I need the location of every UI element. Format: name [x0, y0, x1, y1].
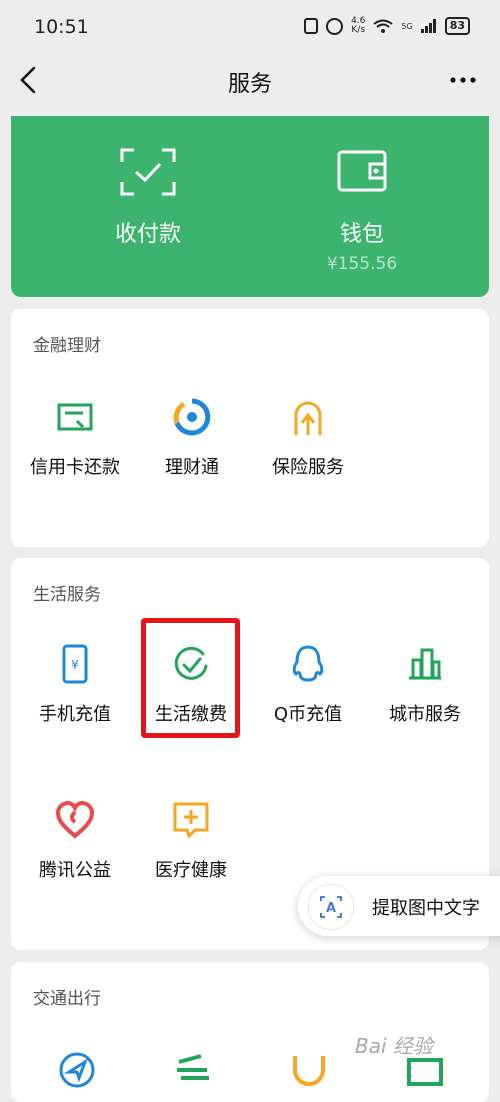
phone-recharge-item[interactable]: ¥ 手机充值 [15, 642, 135, 726]
nfc-icon [304, 18, 319, 34]
wallet-label: 钱包 [339, 222, 384, 247]
battery-indicator: 83 [444, 17, 470, 35]
status-icons: 4.6 K/s 5G 83 [304, 17, 470, 35]
credit-card-repay-item[interactable]: 信用卡还款 [15, 395, 135, 479]
tencent-charity-item[interactable]: 腾讯公益 [15, 798, 135, 882]
city-services-item[interactable]: 城市服务 [365, 642, 485, 726]
scan-pay-icon [120, 148, 176, 196]
wallet-card: 收付款 钱包 ¥155.56 [11, 116, 489, 297]
finance-section: 金融理财 信用卡还款 理财通 保险服务 [11, 309, 489, 547]
credit-card-icon [57, 403, 93, 431]
signal-icon [420, 19, 436, 33]
heart-icon [55, 800, 95, 839]
highlight-box [141, 618, 240, 738]
medical-icon [173, 802, 209, 839]
signal-label: 5G [401, 21, 413, 31]
finance-section-title: 金融理财 [33, 336, 101, 356]
medical-health-item[interactable]: 医疗健康 [131, 798, 251, 882]
didi-icon[interactable] [287, 1050, 331, 1088]
extract-text-button[interactable]: A 提取图中文字 [298, 876, 500, 936]
more-icon[interactable] [448, 68, 478, 92]
wallet-balance: ¥155.56 [326, 254, 398, 274]
city-icon [409, 648, 441, 680]
tencent-charity-label: 腾讯公益 [39, 860, 111, 881]
city-services-label: 城市服务 [389, 704, 461, 725]
q-coin-recharge-label: Q币充值 [273, 704, 343, 725]
status-time: 10:51 [34, 16, 89, 38]
svg-text:¥: ¥ [71, 658, 79, 672]
pay-receive-button[interactable]: 收付款 [58, 146, 238, 248]
ocr-scan-icon: A [320, 896, 342, 918]
extract-text-label: 提取图中文字 [372, 898, 480, 919]
qq-icon [292, 645, 324, 682]
ocr-icon-circle: A [308, 884, 354, 930]
wallet-icon [337, 150, 387, 192]
page-title: 服务 [227, 72, 272, 97]
navigation-icon[interactable] [55, 1048, 99, 1088]
insurance-icon [294, 401, 322, 435]
train-icon[interactable] [171, 1050, 215, 1088]
insurance-item[interactable]: 保险服务 [248, 395, 368, 479]
status-bar: 10:51 4.6 K/s 5G 83 [0, 0, 500, 56]
wealth-item[interactable]: 理财通 [132, 395, 252, 479]
net-speed: 4.6 K/s [351, 16, 366, 35]
credit-card-repay-label: 信用卡还款 [30, 457, 120, 478]
life-services-section-title: 生活服务 [33, 585, 101, 605]
svg-text:A: A [326, 901, 336, 916]
q-coin-recharge-item[interactable]: Q币充值 [248, 642, 368, 726]
phone-recharge-label: 手机充值 [39, 704, 111, 725]
transport-section-title: 交通出行 [33, 989, 101, 1009]
wealth-icon [173, 398, 211, 436]
wealth-label: 理财通 [165, 457, 219, 478]
watermark: Bai 经验 [355, 1034, 433, 1058]
insurance-label: 保险服务 [272, 457, 344, 478]
wifi-icon [373, 19, 394, 33]
phone-icon: ¥ [62, 644, 88, 684]
medical-health-label: 医疗健康 [155, 860, 227, 881]
wallet-button[interactable]: 钱包 ¥155.56 [272, 146, 452, 274]
nav-bar: 服务 [0, 56, 500, 106]
pay-receive-label: 收付款 [114, 222, 181, 247]
alarm-icon [326, 17, 344, 35]
